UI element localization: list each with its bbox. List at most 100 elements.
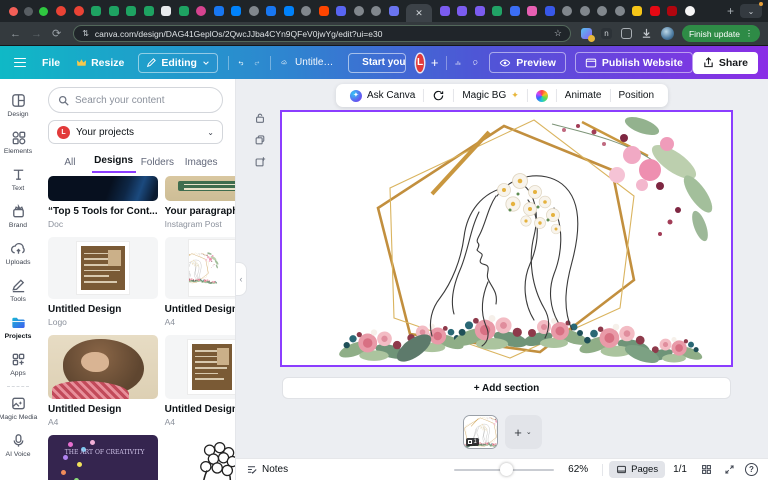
preview-button[interactable]: Preview <box>489 52 566 73</box>
sidebar-item-magic-media[interactable]: Magic Media <box>0 390 37 427</box>
share-button[interactable]: Share <box>692 51 758 74</box>
zoom-level[interactable]: 62% <box>568 464 588 475</box>
tab-folders[interactable]: Folders <box>136 157 180 173</box>
forward-button[interactable]: → <box>31 28 42 40</box>
account-avatar[interactable]: L <box>416 53 424 72</box>
project-card[interactable]: “Top 5 Tools for Cont... Doc <box>48 176 158 229</box>
tab-favicon-globe[interactable] <box>371 6 381 16</box>
project-card[interactable]: Untitled Design A4 <box>164 237 235 327</box>
editing-mode-dropdown[interactable]: Editing <box>138 52 218 73</box>
browser-menu-icon[interactable]: ⋮ <box>745 29 753 38</box>
sidebar-item-elements[interactable]: Elements <box>0 124 36 161</box>
add-page-icon[interactable] <box>254 156 266 168</box>
tab-designs[interactable]: Designs <box>91 155 136 173</box>
project-thumbnail[interactable] <box>48 335 158 399</box>
tab-favicon-google-sheets[interactable] <box>143 6 154 16</box>
ask-canva-button[interactable]: Ask Canva <box>342 89 423 102</box>
reload-button[interactable]: ⟳ <box>52 27 61 40</box>
tab-favicon-globe[interactable] <box>301 6 311 16</box>
tab-favicon-google[interactable] <box>684 6 695 16</box>
tab-favicon-gmail[interactable] <box>73 6 84 16</box>
back-button[interactable]: ← <box>10 28 21 40</box>
project-thumbnail[interactable] <box>164 335 235 399</box>
help-button[interactable]: ? <box>745 463 758 476</box>
search-input[interactable]: Search your content <box>48 87 223 113</box>
tab-favicon-gmail[interactable] <box>56 6 66 16</box>
extensions-puzzle-icon[interactable] <box>620 28 632 39</box>
project-card[interactable]: Untitled Design A4 <box>164 335 235 427</box>
tab-favicon-app-purple[interactable] <box>439 6 450 16</box>
lock-icon[interactable] <box>254 112 266 124</box>
sidebar-item-brand[interactable]: Brand <box>0 198 36 235</box>
tab-all[interactable]: All <box>48 157 92 173</box>
position-button[interactable]: Position <box>610 90 662 101</box>
add-member-button[interactable]: + <box>431 55 439 70</box>
bookmark-star-icon[interactable]: ☆ <box>554 28 562 39</box>
tab-favicon-google-sheets[interactable] <box>178 6 189 16</box>
tab-favicon-excel[interactable] <box>492 6 502 16</box>
tab-favicon-app-pink[interactable] <box>527 6 537 16</box>
browser-profile-avatar[interactable] <box>660 27 674 40</box>
redo-icon[interactable] <box>254 56 260 70</box>
tab-favicon-shutterstock[interactable] <box>649 6 660 16</box>
tab-favicon-globe[interactable] <box>562 6 572 16</box>
project-card[interactable]: Untitled Design A4 <box>48 335 158 427</box>
sidebar-item-projects[interactable]: Projects <box>0 309 36 346</box>
tab-favicon-app-purple[interactable] <box>474 6 485 16</box>
tab-favicon-facebook[interactable] <box>266 6 276 16</box>
tab-favicon-globe[interactable] <box>579 6 590 16</box>
pages-view-button[interactable]: Pages <box>609 461 666 478</box>
project-card[interactable]: Your paragraph text Instagram Post <box>164 176 235 229</box>
zoom-slider-knob[interactable] <box>500 463 514 476</box>
tab-favicon-app-purple[interactable] <box>457 6 467 16</box>
resize-button[interactable]: Resize <box>76 57 124 69</box>
file-menu[interactable]: File <box>42 57 60 69</box>
sidebar-item-design[interactable]: Design <box>0 87 36 124</box>
tab-favicon-google-sheets[interactable] <box>108 6 119 16</box>
project-card[interactable]: THE ART OF CREATIVITY <box>48 435 158 480</box>
start-trial-button[interactable]: Start your trial ... <box>348 52 407 73</box>
publish-website-button[interactable]: Publish Website <box>574 52 693 73</box>
page-1-thumbnail[interactable]: 1 <box>462 415 498 449</box>
insights-chart-icon[interactable] <box>455 56 461 70</box>
zoom-slider[interactable] <box>454 463 555 476</box>
tab-favicon-globe[interactable] <box>597 6 607 16</box>
project-thumbnail[interactable] <box>48 176 158 201</box>
panel-collapse-handle[interactable]: ‹ <box>236 262 247 296</box>
comments-icon[interactable] <box>472 55 478 70</box>
tab-favicon-meta[interactable] <box>283 6 294 16</box>
tab-favicon-globe[interactable] <box>353 6 364 16</box>
color-button[interactable] <box>528 89 556 102</box>
tab-favicon-instagram[interactable] <box>196 6 206 16</box>
tab-favicon-facebook[interactable] <box>213 6 224 16</box>
address-bar[interactable]: ⇅ canva.com/design/DAG41GeplOs/2QwcJJba4… <box>73 25 571 42</box>
tab-favicon-app-blue[interactable] <box>509 6 520 16</box>
tab-favicon-google-docs[interactable] <box>161 6 171 16</box>
tab-favicon-wordpress[interactable] <box>544 6 555 16</box>
tab-favicon-meta[interactable] <box>231 6 241 16</box>
browser-tabs[interactable]: ✕ <box>56 0 721 22</box>
your-projects-dropdown[interactable]: L Your projects ⌄ <box>48 120 223 144</box>
tab-favicon-google-sheets[interactable] <box>91 6 101 16</box>
tab-favicon-google-sheets[interactable] <box>126 6 136 16</box>
sidebar-item-apps[interactable]: Apps <box>0 346 36 383</box>
tab-favicon-discord[interactable] <box>336 6 346 16</box>
window-controls[interactable] <box>9 6 48 16</box>
project-card[interactable]: Untitled Design Logo <box>48 237 158 327</box>
project-thumbnail[interactable] <box>48 237 158 299</box>
project-thumbnail[interactable] <box>164 435 235 480</box>
sidebar-item-uploads[interactable]: Uploads <box>0 235 36 272</box>
grid-view-button[interactable] <box>701 464 712 475</box>
main-menu-icon[interactable] <box>14 57 26 68</box>
site-info-icon[interactable]: ⇅ <box>82 29 89 38</box>
fullscreen-button[interactable] <box>724 464 735 475</box>
sidebar-item-text[interactable]: Text <box>0 161 36 198</box>
tab-favicon-canva[interactable] <box>388 6 399 16</box>
tab-favicon-globe[interactable] <box>248 6 259 16</box>
undo-icon[interactable] <box>238 56 244 70</box>
tab-favicon-globe[interactable] <box>614 6 625 16</box>
minimize-window-button[interactable] <box>24 6 33 16</box>
project-thumbnail[interactable]: THE ART OF CREATIVITY <box>48 435 158 480</box>
tab-images[interactable]: Images <box>179 157 223 173</box>
zoom-window-button[interactable] <box>39 6 48 16</box>
